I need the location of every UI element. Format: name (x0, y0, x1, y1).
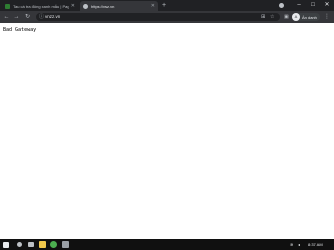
address-bar[interactable]: ⓘ vnzz.vn ⊞ ☆ (36, 13, 280, 21)
close-window-button[interactable]: ✕ (320, 0, 334, 11)
search-icon[interactable] (17, 242, 22, 247)
forward-arrow-icon[interactable]: → (12, 12, 21, 22)
tab-search-icon[interactable] (279, 3, 284, 8)
chrome-icon[interactable] (50, 241, 57, 248)
profile-avatar: A (292, 13, 300, 21)
extensions-icon[interactable]: ▣ (284, 12, 289, 22)
windows-start-icon[interactable] (3, 241, 9, 248)
maximize-button[interactable]: □ (306, 0, 320, 11)
bookmark-star-icon[interactable]: ☆ (270, 13, 274, 21)
taskbar: ≋ ◂ 8:37 AM (0, 239, 334, 250)
menu-dots-icon[interactable]: ⋮ (324, 12, 330, 22)
profile-button[interactable]: A Ẩn danh (292, 13, 320, 21)
page-content: Bad Gateway (0, 23, 334, 239)
back-arrow-icon[interactable]: ← (2, 12, 11, 22)
tab-2[interactable]: https://vsz.vn ✕ (80, 1, 158, 11)
error-message: Bad Gateway (3, 27, 37, 33)
task-view-icon[interactable] (28, 242, 34, 247)
profile-name: Ẩn danh (302, 14, 317, 20)
tab-2-favicon-icon (83, 3, 88, 9)
file-explorer-icon[interactable] (39, 241, 46, 248)
tab-1-close-icon[interactable]: ✕ (71, 3, 75, 9)
screen: Tau cá tra đông xanh mẫu | Page 2 ✕ http… (0, 0, 334, 250)
tab-strip: Tau cá tra đông xanh mẫu | Page 2 ✕ http… (0, 0, 334, 11)
reload-icon[interactable]: ↻ (23, 12, 32, 22)
tab-1-title: Tau cá tra đông xanh mẫu | Page 2 (13, 3, 69, 9)
tab-1-favicon-icon (5, 3, 10, 9)
browser-toolbar: ← → ↻ ⓘ vnzz.vn ⊞ ☆ ▣ A Ẩn danh ⋮ (0, 11, 334, 23)
new-tab-button[interactable]: + (162, 1, 166, 10)
site-info-icon[interactable]: ⓘ (39, 13, 44, 21)
tab-2-title: https://vsz.vn (91, 3, 115, 9)
tab-2-close-icon[interactable]: ✕ (151, 3, 155, 9)
address-url[interactable]: vnzz.vn (45, 13, 60, 21)
translate-icon[interactable]: ⊞ (261, 13, 265, 21)
network-icon[interactable]: ≋ (290, 239, 293, 250)
clock[interactable]: 8:37 AM (308, 239, 323, 250)
volume-icon[interactable]: ◂ (298, 239, 300, 250)
app-icon[interactable] (62, 241, 69, 248)
tab-1[interactable]: Tau cá tra đông xanh mẫu | Page 2 ✕ (2, 1, 78, 11)
minimize-button[interactable]: – (292, 0, 306, 11)
